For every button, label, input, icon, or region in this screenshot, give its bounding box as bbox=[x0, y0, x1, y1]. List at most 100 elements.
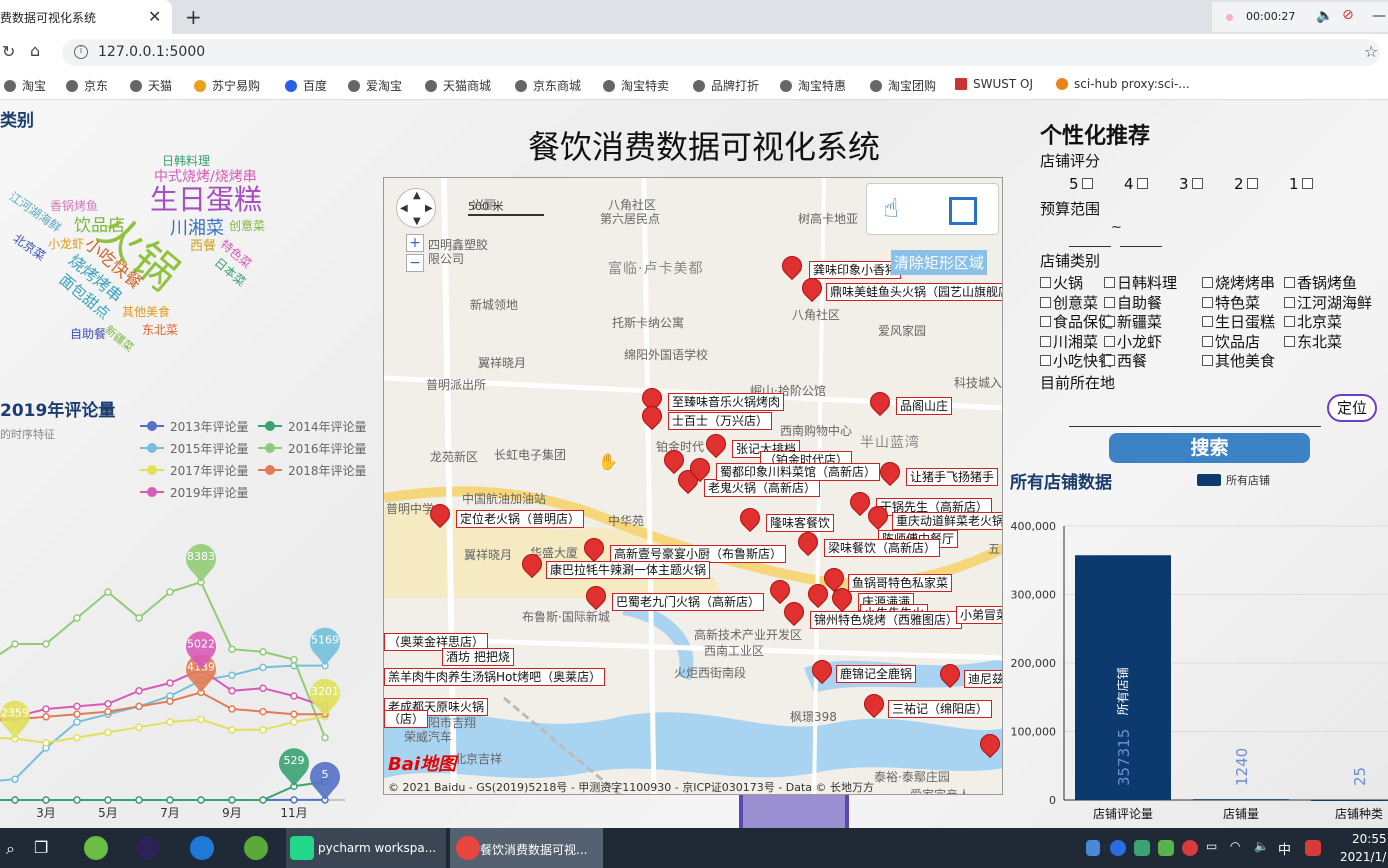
bookmark-item[interactable]: 天猫商城 bbox=[425, 77, 491, 94]
category-option[interactable]: 日韩料理 bbox=[1104, 272, 1177, 293]
checkbox[interactable] bbox=[1246, 178, 1258, 189]
restaurant-label[interactable]: 老鬼火锅（高新店） bbox=[704, 479, 821, 497]
restaurant-label[interactable]: （店） bbox=[384, 710, 429, 728]
legend-item[interactable]: 2014年评论量 bbox=[258, 418, 367, 435]
taskbar-app-chrome[interactable]: 餐饮消费数据可视... bbox=[450, 828, 603, 868]
restaurant-label[interactable]: 鼎味美蛙鱼头火锅（园艺山旗舰店） bbox=[826, 283, 1002, 301]
restaurant-label[interactable]: 蜀都印象川料菜馆（高新店） bbox=[716, 463, 881, 481]
location-input[interactable] bbox=[1069, 426, 1321, 427]
checkbox[interactable] bbox=[1284, 277, 1295, 288]
restaurant-label[interactable]: 梁味餐饮（高新店） bbox=[824, 539, 941, 557]
restaurant-label[interactable]: 康巴拉牦牛辣涮一体主题火锅 bbox=[546, 561, 711, 579]
legend-item[interactable]: 2019年评论量 bbox=[140, 484, 249, 501]
category-option[interactable]: 川湘菜 bbox=[1040, 331, 1098, 352]
rectangle-tool-icon[interactable] bbox=[949, 197, 977, 225]
home-icon[interactable]: ⌂ bbox=[30, 41, 40, 60]
checkbox[interactable] bbox=[1202, 296, 1213, 308]
bookmark-item[interactable]: 苏宁易购 bbox=[194, 77, 260, 94]
checkbox[interactable] bbox=[1284, 316, 1295, 327]
search-icon[interactable]: ⌕ bbox=[6, 839, 15, 859]
edge-app-icon[interactable] bbox=[190, 836, 214, 860]
bookmark-item[interactable]: 淘宝特卖 bbox=[603, 77, 669, 94]
restaurant-label[interactable]: 让猪手飞扬猪手 bbox=[906, 468, 999, 486]
wifi-icon[interactable]: ◠ bbox=[1230, 839, 1240, 853]
search-button[interactable]: 搜索 bbox=[1109, 433, 1310, 463]
checkbox[interactable] bbox=[1202, 335, 1213, 347]
category-option[interactable]: 香锅烤鱼 bbox=[1284, 272, 1357, 293]
app-icon[interactable] bbox=[244, 836, 268, 860]
restaurant-label[interactable]: 至臻味音乐火锅烤肉 bbox=[668, 393, 785, 411]
category-option[interactable]: 烧烤烤串 bbox=[1202, 272, 1275, 293]
pan-left-icon[interactable]: ◀ bbox=[400, 203, 408, 214]
checkbox[interactable] bbox=[1136, 178, 1148, 189]
bookmark-item[interactable]: 淘宝 bbox=[4, 77, 46, 94]
category-option[interactable]: 其他美食 bbox=[1202, 350, 1275, 371]
volume-icon[interactable]: 🔈 bbox=[1254, 839, 1269, 853]
restaurant-label[interactable]: 迪尼兹 bbox=[964, 670, 1002, 688]
bookmark-item[interactable]: 爱淘宝 bbox=[348, 77, 402, 94]
legend-item[interactable]: 2013年评论量 bbox=[140, 418, 249, 435]
category-option[interactable]: 饮品店 bbox=[1202, 331, 1260, 352]
restaurant-label[interactable]: 品阁山庄 bbox=[896, 397, 953, 415]
restaurant-label[interactable]: 巴蜀老九门火锅（高新店） bbox=[612, 593, 765, 611]
clear-rectangle-button[interactable]: 清除矩形区域 bbox=[891, 250, 988, 275]
bookmark-item[interactable]: 京东 bbox=[66, 77, 108, 94]
bookmark-item[interactable]: 京东商城 bbox=[515, 77, 581, 94]
restaurant-label[interactable]: 鱼锅哥特色私家菜 bbox=[848, 574, 953, 592]
bookmark-star-icon[interactable]: ☆ bbox=[1364, 42, 1378, 61]
legend-item[interactable]: 2016年评论量 bbox=[258, 440, 367, 457]
rating-option[interactable]: 1 bbox=[1289, 175, 1313, 193]
checkbox[interactable] bbox=[1040, 316, 1051, 327]
clock-time[interactable]: 20:55 bbox=[1352, 832, 1387, 846]
category-option[interactable]: 创意菜 bbox=[1040, 292, 1098, 313]
ime-indicator[interactable]: 中 bbox=[1278, 839, 1291, 858]
checkbox[interactable] bbox=[1040, 335, 1051, 347]
budget-max-input[interactable] bbox=[1120, 246, 1162, 247]
spring-app-icon[interactable] bbox=[84, 836, 108, 860]
restaurant-label[interactable]: 定位老火锅（普明店） bbox=[456, 510, 585, 528]
category-option[interactable]: 新疆菜 bbox=[1104, 311, 1162, 332]
scrollbar-thumb[interactable] bbox=[739, 795, 849, 828]
bookmark-item[interactable]: sci-hub proxy:sci-... bbox=[1056, 77, 1190, 91]
checkbox[interactable] bbox=[1104, 316, 1115, 327]
legend-item[interactable]: 2017年评论量 bbox=[140, 462, 249, 479]
rating-option[interactable]: 5 bbox=[1069, 175, 1093, 193]
mute-mic-icon[interactable]: ⊘ bbox=[1342, 7, 1354, 23]
checkbox[interactable] bbox=[1040, 355, 1051, 366]
restaurant-label[interactable]: 三祐记（绵阳店） bbox=[888, 700, 993, 718]
checkbox[interactable] bbox=[1040, 296, 1051, 308]
tray-icon[interactable] bbox=[1158, 840, 1174, 856]
bookmark-item[interactable]: 百度 bbox=[285, 77, 327, 94]
zoom-out-button[interactable]: − bbox=[406, 254, 424, 272]
sogou-icon[interactable] bbox=[1305, 840, 1321, 856]
category-option[interactable]: 小吃快餐 bbox=[1040, 350, 1113, 371]
category-option[interactable]: 食品保健 bbox=[1040, 311, 1113, 332]
checkbox[interactable] bbox=[1104, 355, 1115, 366]
bookmark-item[interactable]: 淘宝团购 bbox=[870, 77, 936, 94]
checkbox[interactable] bbox=[1104, 277, 1115, 288]
rating-option[interactable]: 4 bbox=[1124, 175, 1148, 193]
legend-item[interactable]: 2015年评论量 bbox=[140, 440, 249, 457]
bookmark-item[interactable]: 天猫 bbox=[130, 77, 172, 94]
category-option[interactable]: 特色菜 bbox=[1202, 292, 1260, 313]
restaurant-label[interactable]: 隆味客餐饮 bbox=[766, 514, 835, 532]
volume-icon[interactable]: 🔈 bbox=[1316, 8, 1333, 24]
pan-up-icon[interactable]: ▲ bbox=[413, 190, 421, 201]
category-option[interactable]: 火锅 bbox=[1040, 272, 1083, 293]
category-option[interactable]: 东北菜 bbox=[1284, 331, 1342, 352]
restaurant-label[interactable]: 士百士（万兴店） bbox=[668, 412, 773, 430]
category-option[interactable]: 北京菜 bbox=[1284, 311, 1342, 332]
checkbox[interactable] bbox=[1202, 355, 1213, 366]
checkbox[interactable] bbox=[1040, 277, 1051, 288]
pan-down-icon[interactable]: ▼ bbox=[413, 216, 421, 227]
restaurant-label[interactable]: 小弟冒菜 bbox=[956, 606, 1002, 624]
budget-min-input[interactable] bbox=[1069, 246, 1111, 247]
category-option[interactable]: 西餐 bbox=[1104, 350, 1147, 371]
baidu-map[interactable]: ▲ ▼ ◀ ▶ + − 500 米 ☝ 八角社区 第六居民点 树高卡地亚 兴丽 … bbox=[383, 177, 1003, 795]
checkbox[interactable] bbox=[1104, 335, 1115, 347]
locate-button[interactable]: 定位 bbox=[1327, 394, 1377, 422]
checkbox[interactable] bbox=[1284, 335, 1295, 347]
checkbox[interactable] bbox=[1301, 178, 1313, 189]
checkbox[interactable] bbox=[1191, 178, 1203, 189]
browser-tab[interactable]: 费数据可视化系统 ✕ bbox=[0, 0, 172, 34]
